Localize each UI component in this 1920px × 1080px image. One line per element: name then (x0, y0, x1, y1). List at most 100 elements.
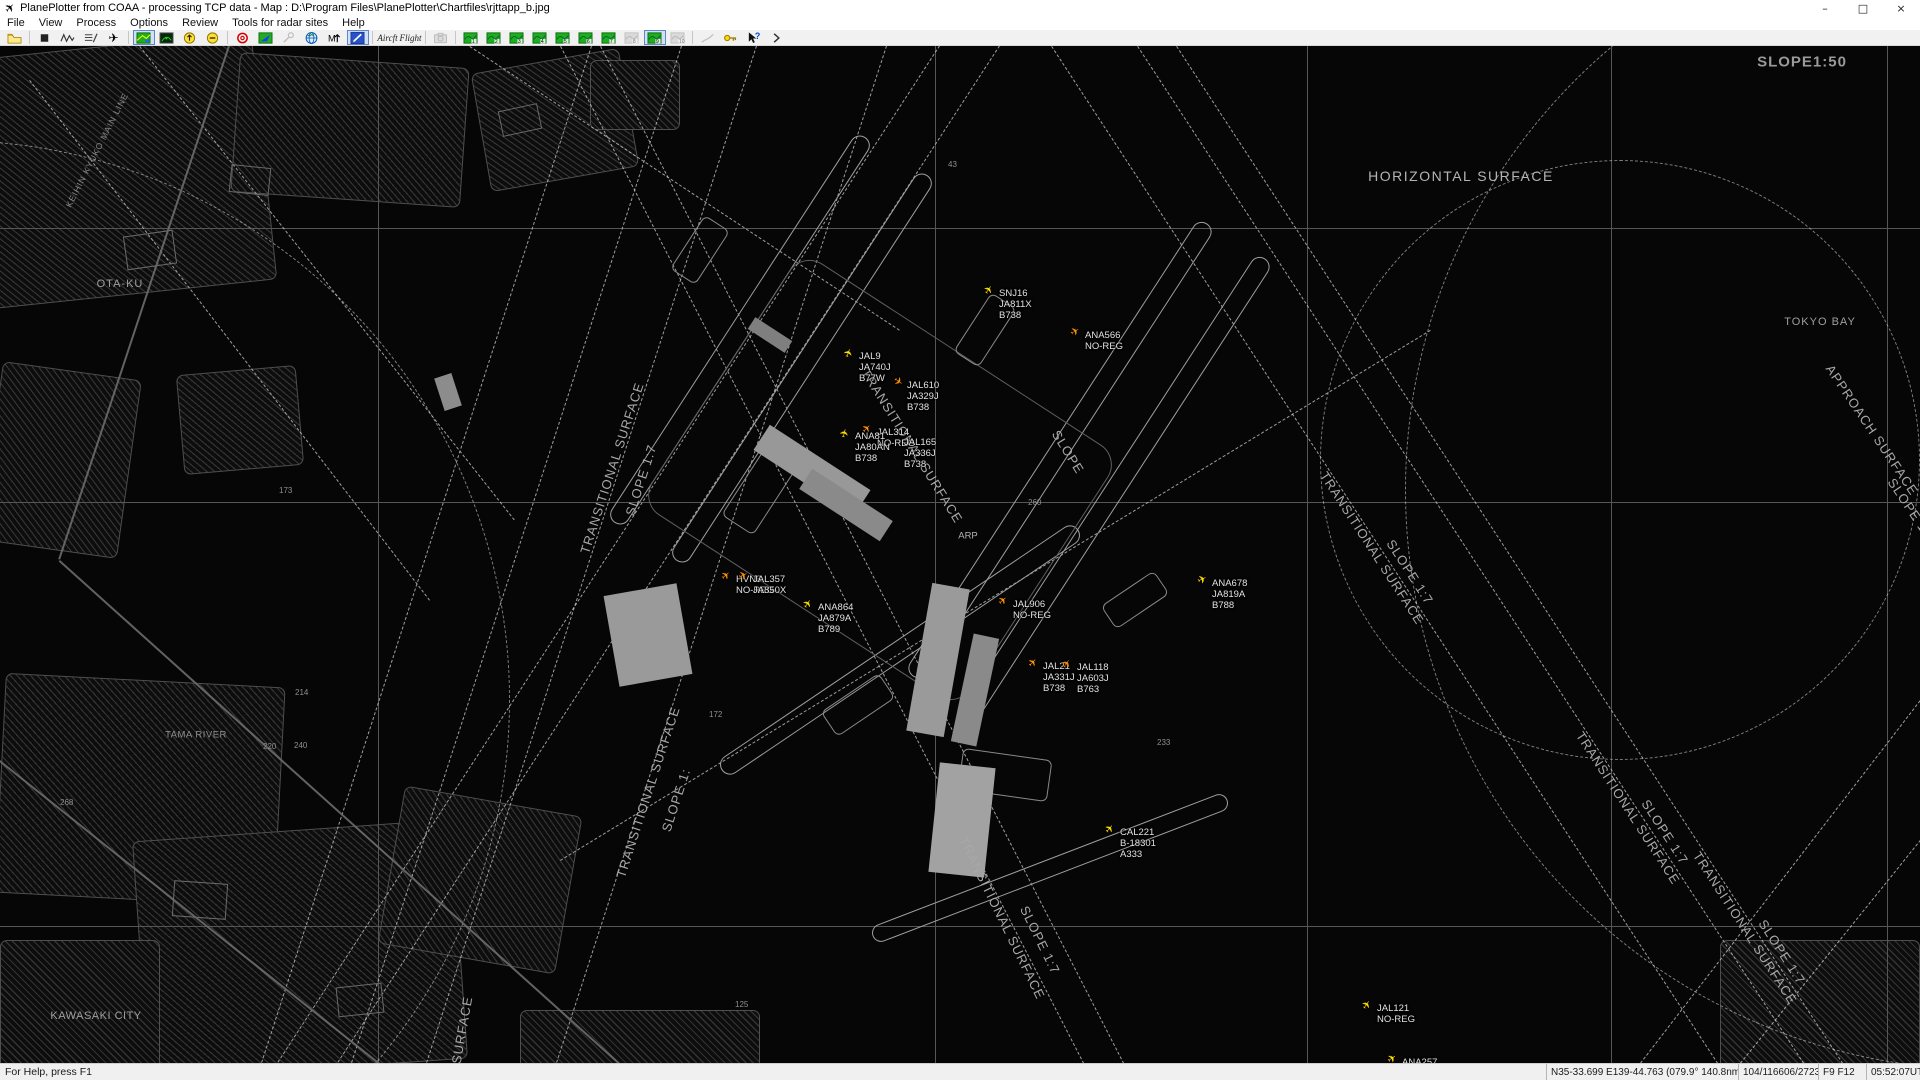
status-help-text: For Help, press F1 (0, 1066, 1546, 1078)
radar-screen-button[interactable] (156, 30, 178, 45)
zoom-out-button[interactable] (202, 30, 224, 45)
spot-elevation: 125 (735, 1000, 748, 1009)
snapshot-button[interactable] (430, 30, 452, 45)
chart-preset-1-button[interactable]: 1 (460, 30, 482, 45)
chart-preset-2-button[interactable]: 2 (483, 30, 505, 45)
aircraft-label-line: B738 (855, 453, 890, 464)
surface-arc (0, 140, 510, 1063)
toolbar-separator (227, 31, 228, 44)
chart-preset-10-button[interactable]: 10 (667, 30, 689, 45)
aircraft-icon[interactable]: ✈ (1069, 325, 1082, 339)
draw-line-button[interactable] (697, 30, 719, 45)
chart-view-button[interactable] (133, 30, 155, 45)
airport-outline (1101, 570, 1170, 629)
map-canvas[interactable]: SLOPE1:50HORIZONTAL SURFACETOKYO BAYOTA-… (0, 46, 1920, 1063)
aircraft-icon[interactable]: ✈ (1196, 574, 1209, 588)
aircraft-snj16[interactable]: ✈SNJ16JA811XB738 (999, 288, 1032, 321)
mark-mode-button[interactable] (347, 30, 369, 45)
status-utc-clock: 05:52:07UTC (1866, 1064, 1920, 1080)
grid-line-vertical (1307, 46, 1308, 1063)
aircraft-label-line: JA879A (818, 613, 853, 624)
aircft-list-button[interactable]: Aircft (377, 30, 399, 45)
menu-process[interactable]: Process (69, 17, 123, 29)
chart-preset-8-button[interactable]: 8 (621, 30, 643, 45)
menu-tools-for-radar-sites[interactable]: Tools for radar sites (225, 17, 335, 29)
chart-preset-7-button[interactable]: 7 (598, 30, 620, 45)
svg-text:8: 8 (633, 38, 636, 44)
airport-building (928, 762, 995, 877)
aircraft-label-line: JAL357 (753, 574, 786, 585)
more-tools-button[interactable] (766, 30, 788, 45)
window-controls: – □ × (1806, 0, 1920, 16)
aircraft-ana678[interactable]: ✈ANA678JA819AB788 (1212, 578, 1247, 611)
aircraft-label-line: ANA566 (1085, 330, 1123, 341)
chart-preset-9-button[interactable]: 9 (644, 30, 666, 45)
close-button[interactable]: × (1882, 0, 1920, 16)
aircraft-label-line: JAL165 (904, 437, 936, 448)
chart-preset-5-button[interactable]: 5 (552, 30, 574, 45)
aircraft-ana81[interactable]: ✈ANA81JA80ANB738 (855, 431, 890, 464)
minimize-button[interactable]: – (1806, 0, 1844, 16)
aircraft-icon[interactable]: ✈ (1026, 656, 1040, 670)
zoom-in-button[interactable] (179, 30, 201, 45)
aircraft-ana257[interactable]: ✈ANA257 (1402, 1057, 1437, 1063)
aircraft-ana566[interactable]: ✈ANA566NO-REG (1085, 330, 1123, 352)
svg-text:4: 4 (541, 38, 544, 44)
aircraft-jal121[interactable]: ✈JAL121NO-REG (1377, 1003, 1415, 1025)
app-icon: ✈ (2, 0, 18, 16)
aircraft-label-line: B788 (1212, 600, 1247, 611)
airport-outline (123, 230, 177, 271)
signal-graph-button[interactable] (57, 30, 79, 45)
map-scene: SLOPE1:50HORIZONTAL SURFACETOKYO BAYOTA-… (0, 46, 1920, 1063)
flight-list-button[interactable]: Flight (400, 30, 422, 45)
chart-preset-3-button[interactable]: 3 (506, 30, 528, 45)
maximize-button[interactable]: □ (1844, 0, 1882, 16)
aircraft-icon[interactable]: ✈ (1360, 999, 1374, 1013)
chart-preset-6-button[interactable]: 6 (575, 30, 597, 45)
menu-file[interactable]: File (0, 17, 32, 29)
sharpen-button[interactable] (80, 30, 102, 45)
menu-review[interactable]: Review (175, 17, 225, 29)
aircraft-ana864[interactable]: ✈ANA864JA879AB789 (818, 602, 853, 635)
aircraft-label-line: B738 (999, 310, 1032, 321)
svg-text:M: M (328, 33, 336, 43)
aircraft-jal906[interactable]: ✈JAL906NO-REG (1013, 599, 1051, 621)
aircraft-icon[interactable]: ✈ (1386, 1052, 1400, 1063)
open-file-button[interactable] (4, 30, 26, 45)
share-aircraft-button[interactable] (255, 30, 277, 45)
context-help-button[interactable]: ? (743, 30, 765, 45)
map-label: TOKYO BAY (1784, 316, 1856, 328)
aircraft-icon[interactable]: ✈ (720, 569, 734, 583)
aircraft-label-line: JAL9 (859, 351, 891, 362)
aircraft-jal9[interactable]: ✈JAL9JA740JB77W (859, 351, 891, 384)
menu-bar: FileViewProcessOptionsReviewTools for ra… (0, 16, 1920, 30)
record-button[interactable] (232, 30, 254, 45)
network-globe-button[interactable] (301, 30, 323, 45)
aircraft-label-line: JA819A (1212, 589, 1247, 600)
key-button[interactable] (720, 30, 742, 45)
aircraft-label-line: JA850X (753, 585, 786, 596)
menu-help[interactable]: Help (335, 17, 372, 29)
stop-processing-button[interactable] (34, 30, 56, 45)
aircraft-jal357[interactable]: ✈JAL357JA850X (753, 574, 786, 596)
aircraft-label-line: ANA257 (1402, 1057, 1437, 1063)
aircraft-jal118[interactable]: ✈JAL118JA603JB763 (1077, 662, 1109, 695)
aircraft-label-line: JAL906 (1013, 599, 1051, 610)
menu-view[interactable]: View (32, 17, 70, 29)
tools-button[interactable] (278, 30, 300, 45)
status-bar: For Help, press F1 N35-33.699 E139-44.76… (0, 1063, 1920, 1080)
aircraft-jal165[interactable]: JAL165JA336JB738 (904, 437, 936, 470)
aircraft-label-line: JA329J (907, 391, 939, 402)
menu-options[interactable]: Options (123, 17, 175, 29)
aircraft-label-line: JA603J (1077, 673, 1109, 684)
aircraft-select-button[interactable]: ✈ (103, 30, 125, 45)
aircraft-label-line: A333 (1120, 849, 1156, 860)
map-upload-button[interactable]: M (324, 30, 346, 45)
airport-building (434, 373, 462, 411)
chart-preset-4-button[interactable]: 4 (529, 30, 551, 45)
toolbar-separator (29, 31, 30, 44)
airport-outline (336, 983, 385, 1018)
aircraft-jal610[interactable]: ✈JAL610JA329JB738 (907, 380, 939, 413)
urban-hatch-area (520, 1010, 760, 1063)
aircraft-cal221[interactable]: ✈CAL221B-18301A333 (1120, 827, 1156, 860)
